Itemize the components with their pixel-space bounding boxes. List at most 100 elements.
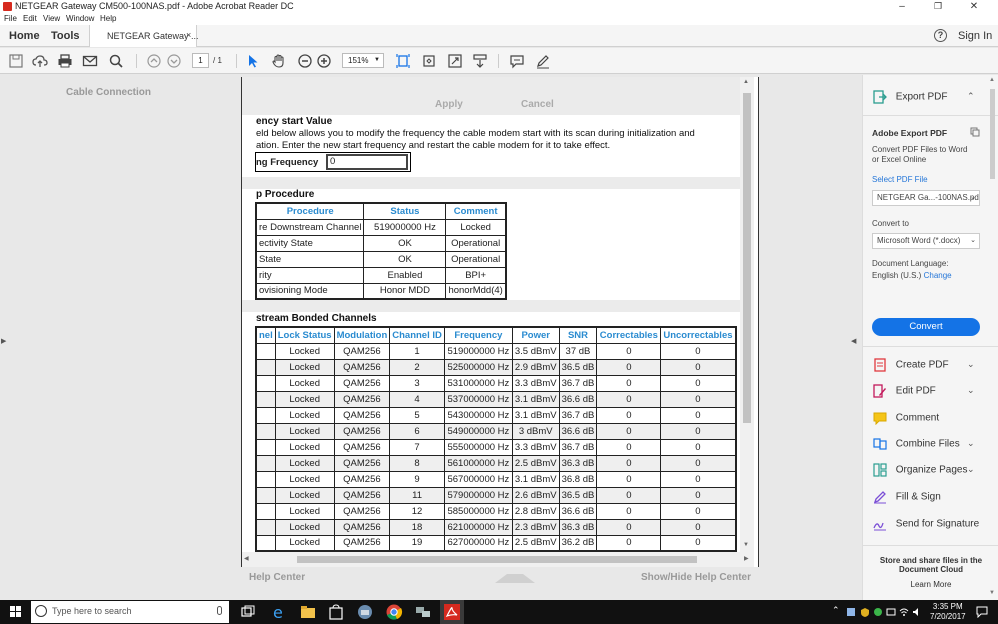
startup-section-title: p Procedure — [256, 189, 315, 200]
select-pdf-link[interactable]: Select PDF File — [872, 175, 928, 185]
upload-cloud-icon[interactable] — [32, 53, 48, 69]
ds-cell: 0 — [660, 406, 737, 424]
help-icon[interactable]: ? — [934, 29, 947, 42]
apply-button[interactable]: Apply — [435, 99, 463, 110]
h-scroll-thumb[interactable] — [297, 556, 697, 563]
comment-tool-icon — [873, 412, 887, 425]
microphone-icon[interactable] — [217, 606, 222, 615]
show-hide-help-link[interactable]: Show/Hide Help Center — [641, 572, 751, 583]
menu-file[interactable]: File — [4, 14, 17, 23]
export-pdf-header[interactable]: Export PDF — [873, 90, 947, 104]
expand-arrow-icon[interactable] — [495, 573, 535, 583]
comment-tool[interactable]: Comment — [873, 411, 939, 425]
page-number-input[interactable]: 1 — [192, 53, 209, 68]
taskbar-search[interactable]: Type here to search — [31, 601, 229, 623]
select-cursor-icon[interactable] — [245, 53, 261, 69]
chevron-down-icon[interactable]: ⌄ — [967, 385, 975, 396]
tray-app-icon[interactable] — [846, 607, 856, 617]
collapse-right-pane-icon[interactable]: ◀ — [851, 337, 856, 345]
scroll-left-icon[interactable]: ◀ — [244, 555, 249, 562]
menu-window[interactable]: Window — [66, 14, 94, 23]
acrobat-taskbar-icon — [444, 604, 460, 620]
organize-pages-tool[interactable]: Organize Pages — [873, 463, 968, 477]
convert-button[interactable]: Convert — [872, 318, 980, 336]
file-explorer-icon[interactable] — [299, 603, 317, 621]
chevron-down-icon[interactable]: ⌄ — [967, 359, 975, 370]
edit-pdf-tool[interactable]: Edit PDF — [873, 384, 936, 398]
scroll-down-icon[interactable]: ▼ — [743, 542, 749, 548]
learn-more-link[interactable]: Learn More — [863, 580, 998, 589]
chevron-up-icon[interactable]: ⌃ — [967, 91, 975, 102]
chevron-down-icon[interactable]: ⌄ — [967, 464, 975, 475]
action-center-icon[interactable] — [976, 606, 988, 618]
zoom-out-icon[interactable] — [297, 53, 313, 69]
store-icon[interactable] — [327, 603, 345, 621]
tab-home[interactable]: Home — [9, 30, 40, 42]
email-icon[interactable] — [82, 53, 98, 69]
menu-view[interactable]: View — [43, 14, 60, 23]
page-down-icon[interactable] — [166, 53, 182, 69]
horizontal-scrollbar[interactable]: ◀ ▶ — [242, 552, 754, 567]
close-window-button[interactable]: ✕ — [956, 0, 992, 14]
tab-close-icon[interactable]: × — [186, 30, 191, 40]
pane-scroll-thumb[interactable] — [990, 89, 995, 179]
tab-tools[interactable]: Tools — [51, 30, 80, 42]
change-language-link[interactable]: Change — [924, 271, 952, 280]
cancel-button[interactable]: Cancel — [521, 99, 554, 110]
battery-icon[interactable] — [886, 607, 896, 617]
clock[interactable]: 3:35 PM 7/20/2017 — [930, 602, 966, 622]
start-frequency-input[interactable]: 0 — [326, 154, 408, 170]
zoom-in-icon[interactable] — [316, 53, 332, 69]
scroll-mode-icon[interactable] — [472, 53, 488, 69]
collapse-left-pane-icon[interactable]: ▶ — [1, 337, 6, 345]
vertical-scrollbar[interactable]: ▲ ▼ — [740, 77, 754, 552]
ds-cell: 36.7 dB — [558, 438, 598, 456]
zoom-select[interactable]: 151% ▼ — [342, 53, 384, 68]
pane-scrollbar[interactable]: ▲ ▼ — [988, 75, 998, 600]
combine-files-tool[interactable]: Combine Files — [873, 437, 960, 451]
wifi-icon[interactable] — [899, 607, 909, 617]
sign-pen-icon[interactable] — [535, 53, 551, 69]
app-icon[interactable] — [356, 603, 374, 621]
edge-icon[interactable]: e — [270, 603, 288, 621]
full-screen-icon[interactable] — [447, 53, 463, 69]
windows-start-icon[interactable] — [10, 606, 21, 617]
tab-document[interactable]: NETGEAR Gateway ... × — [89, 25, 199, 47]
minimize-button[interactable]: – — [884, 0, 920, 14]
format-select[interactable]: Microsoft Word (*.docx) ⌄ — [872, 233, 980, 249]
scroll-right-icon[interactable]: ▶ — [744, 555, 749, 562]
help-center-link[interactable]: Help Center — [249, 572, 305, 583]
hand-tool-icon[interactable] — [271, 53, 287, 69]
page-up-icon[interactable] — [146, 53, 162, 69]
maximize-button[interactable]: ❐ — [920, 0, 956, 14]
rotate-icon[interactable] — [421, 53, 437, 69]
tray-green-icon[interactable] — [873, 607, 883, 617]
chrome-icon[interactable] — [385, 603, 403, 621]
tray-expand-icon[interactable]: ⌃ — [832, 605, 840, 616]
create-pdf-tool[interactable]: Create PDF — [873, 358, 949, 372]
menu-edit[interactable]: Edit — [23, 14, 37, 23]
fit-page-icon[interactable] — [395, 53, 411, 69]
copy-icon[interactable] — [970, 127, 980, 137]
file-select-field[interactable]: NETGEAR Ga...-100NAS.pdf ⌄ — [872, 190, 980, 206]
scroll-thumb[interactable] — [743, 93, 751, 423]
fill-sign-tool[interactable]: Fill & Sign — [873, 490, 941, 504]
pane-scroll-up-icon[interactable]: ▲ — [989, 77, 995, 83]
sign-in-link[interactable]: Sign In — [958, 30, 992, 42]
save-icon[interactable] — [8, 53, 24, 69]
tray-shield-icon[interactable] — [860, 607, 870, 617]
volume-icon[interactable] — [912, 607, 922, 617]
menu-help[interactable]: Help — [100, 14, 116, 23]
button-band — [242, 77, 740, 115]
search-icon[interactable] — [108, 53, 124, 69]
send-signature-tool[interactable]: Send for Signature — [873, 517, 979, 531]
print-icon[interactable] — [57, 53, 73, 69]
scroll-up-icon[interactable]: ▲ — [743, 79, 749, 85]
network-app-icon[interactable] — [414, 603, 432, 621]
chevron-down-icon[interactable]: ⌄ — [967, 438, 975, 449]
export-desc-2: or Excel Online — [872, 155, 927, 164]
comment-icon[interactable] — [509, 53, 525, 69]
task-view-icon[interactable] — [239, 603, 257, 621]
acrobat-taskbar-active[interactable] — [440, 600, 464, 624]
pane-scroll-down-icon[interactable]: ▼ — [989, 590, 995, 596]
